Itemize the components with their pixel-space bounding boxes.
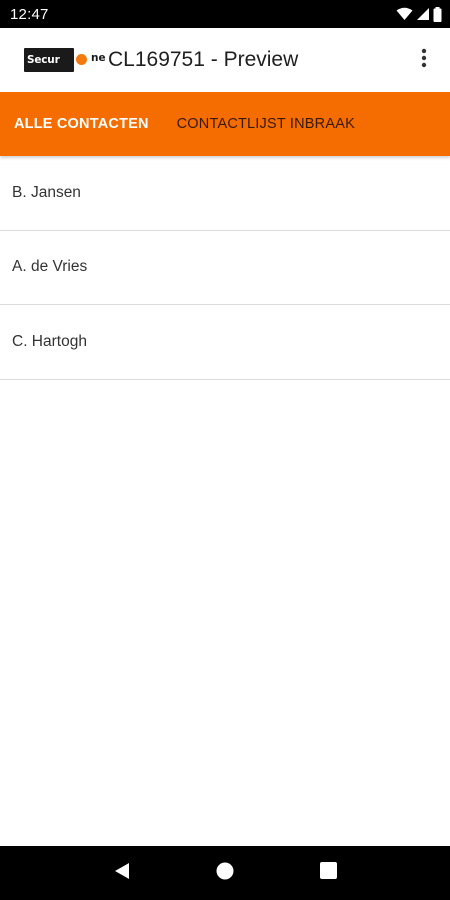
signal-icon [416, 7, 430, 21]
contact-name: B. Jansen [12, 183, 81, 201]
contact-list-item[interactable]: C. Hartogh [0, 305, 450, 380]
contact-list-item[interactable]: B. Jansen [0, 156, 450, 231]
app-bar: Secur ne CL169751 - Preview [0, 28, 450, 92]
status-time: 12:47 [10, 5, 49, 23]
securone-logo: Secur ne [24, 45, 106, 75]
tab-bar: ALLE CONTACTEN CONTACTLIJST INBRAAK [0, 92, 450, 156]
contact-name: C. Hartogh [12, 332, 87, 350]
recents-button[interactable] [308, 853, 348, 893]
home-icon [216, 862, 234, 885]
logo-o-mark [74, 52, 89, 67]
back-icon [114, 862, 130, 885]
contact-name: A. de Vries [12, 258, 88, 276]
more-vert-icon [421, 48, 427, 73]
status-bar: 12:47 [0, 0, 450, 28]
contact-list-item[interactable]: A. de Vries [0, 231, 450, 305]
home-button[interactable] [205, 853, 245, 893]
back-button[interactable] [102, 853, 142, 893]
logo-text-left: Secur [24, 48, 74, 72]
tab-alle-contacten[interactable]: ALLE CONTACTEN [0, 92, 163, 156]
status-icons [396, 6, 442, 22]
page-title: CL169751 - Preview [108, 48, 299, 71]
tab-contactlijst-inbraak[interactable]: CONTACTLIJST INBRAAK [163, 92, 355, 156]
wifi-icon [396, 7, 413, 21]
logo-text-right: ne [91, 52, 106, 64]
system-nav-bar [0, 846, 450, 900]
contact-list: B. Jansen A. de Vries C. Hartogh [0, 156, 450, 380]
overflow-menu-button[interactable] [400, 36, 448, 84]
battery-icon [433, 6, 442, 22]
recents-icon [319, 862, 337, 884]
